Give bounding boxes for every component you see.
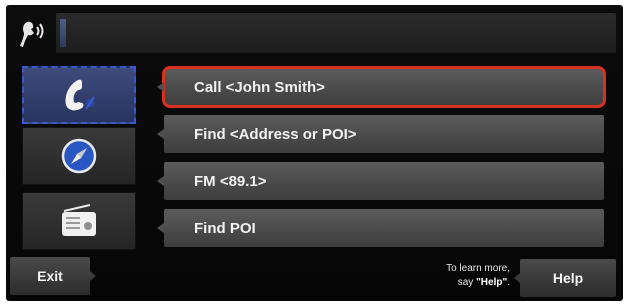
voice-speaking-icon [20, 21, 44, 47]
option-label: Find POI [194, 219, 256, 237]
option-pointer [157, 129, 164, 139]
option-label: FM <89.1> [194, 172, 267, 190]
option-pointer [157, 82, 164, 92]
option-call[interactable]: Call <John Smith> [157, 66, 606, 108]
hint-line-2: say "Help". [396, 276, 510, 290]
category-navigation-button[interactable] [22, 127, 136, 185]
category-phone-button[interactable] [22, 66, 136, 124]
help-button[interactable]: Help [514, 259, 616, 297]
help-hint: To learn more, say "Help". [396, 262, 510, 290]
option-label: Find <Address or POI> [194, 125, 357, 143]
help-label: Help [552, 270, 584, 286]
category-radio-button[interactable] [22, 192, 136, 250]
option-pointer [157, 223, 164, 233]
exit-button[interactable]: Exit [10, 257, 96, 295]
exit-pointer [90, 271, 96, 281]
option-pointer [157, 176, 164, 186]
voice-command-screen: Call <John Smith> Find <Address or POI> … [6, 5, 623, 301]
option-find-address[interactable]: Find <Address or POI> [157, 115, 604, 153]
voice-input-field [56, 13, 616, 53]
help-pointer [514, 273, 520, 283]
option-label: Call <John Smith> [194, 78, 325, 96]
option-fm[interactable]: FM <89.1> [157, 162, 604, 200]
hint-prefix: say [457, 277, 477, 288]
hint-line-1: To learn more, [446, 263, 510, 274]
phone-icon [65, 79, 95, 111]
exit-label: Exit [37, 268, 63, 284]
radio-icon [62, 204, 96, 236]
hint-keyword: "Help" [476, 277, 508, 288]
voice-status-bar [18, 13, 618, 53]
option-find-poi[interactable]: Find POI [157, 209, 604, 247]
compass-icon [61, 138, 97, 174]
hint-suffix: . [507, 277, 510, 288]
voice-level-indicator [60, 19, 66, 47]
